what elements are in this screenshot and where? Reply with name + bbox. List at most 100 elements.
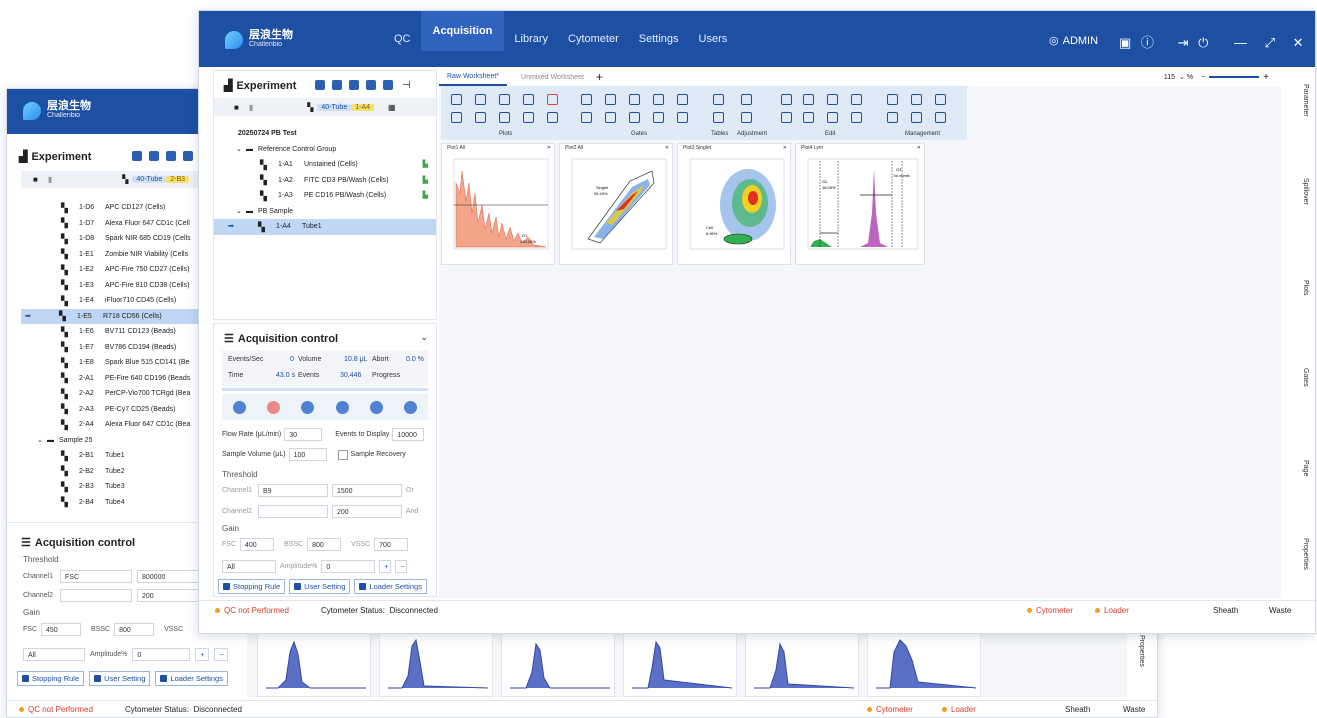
bssc-input[interactable]: 800 bbox=[307, 538, 342, 551]
sample-recovery-checkbox[interactable] bbox=[337, 449, 348, 460]
poly-gate-icon[interactable] bbox=[629, 94, 640, 105]
close-icon[interactable]: ✕ bbox=[783, 144, 787, 153]
collapse-icon[interactable]: ⊣ bbox=[402, 80, 411, 91]
side-tab-plots[interactable]: Plots bbox=[1293, 280, 1309, 320]
zoom-in-icon[interactable] bbox=[827, 112, 838, 123]
pause-icon[interactable] bbox=[301, 400, 315, 414]
flag-icon[interactable]: ▙ bbox=[423, 157, 428, 173]
back-stopping-rule-button[interactable]: Stopping Rule bbox=[17, 671, 85, 686]
tube-chip-2[interactable]: 2-B3 bbox=[166, 176, 190, 183]
tube-row[interactable]: ▚ 1-E7 BV786 CD194 (Beads) bbox=[21, 340, 203, 356]
tube-row[interactable]: ▚ 1-A3 PE CD16 PB/Wash (Cells) ▙ bbox=[214, 188, 436, 204]
close-icon[interactable]: ✕ bbox=[547, 144, 551, 153]
table-icon[interactable] bbox=[713, 112, 724, 123]
group-pb-sample[interactable]: ⌄ ▬ PB Sample bbox=[214, 204, 436, 220]
paint-icon[interactable] bbox=[677, 112, 688, 123]
zoom-slider[interactable] bbox=[1209, 76, 1260, 78]
ellipse-gate-icon[interactable] bbox=[653, 94, 664, 105]
side-tab-parameter[interactable]: Parameter bbox=[1293, 84, 1309, 148]
stats-icon[interactable] bbox=[523, 94, 534, 105]
edit-icon[interactable] bbox=[132, 151, 142, 162]
vssc-input[interactable]: 700 bbox=[374, 538, 409, 551]
user-setting-button[interactable]: User Setting bbox=[289, 579, 351, 594]
side-tab-gates[interactable]: Gates bbox=[1293, 368, 1309, 408]
experiment-name[interactable]: 20250724 PB Test bbox=[214, 126, 436, 142]
power-icon[interactable]: ⏻ bbox=[1198, 35, 1208, 50]
eject-icon[interactable] bbox=[369, 400, 383, 414]
tube-row[interactable]: ▚ 1-D7 Alexa Fluor 647 CD1c (Cell bbox=[21, 216, 203, 232]
table-icon[interactable] bbox=[713, 94, 724, 105]
zoom-out-icon[interactable] bbox=[851, 94, 862, 105]
menu-library[interactable]: Library bbox=[514, 33, 548, 45]
export-icon[interactable] bbox=[366, 80, 376, 91]
side-tab-properties[interactable]: Properties bbox=[1293, 538, 1309, 598]
print-icon[interactable] bbox=[911, 94, 922, 105]
tube-row[interactable]: ▚ 2-B3 Tube3 bbox=[21, 479, 203, 495]
plus-gate-icon[interactable] bbox=[605, 112, 616, 123]
fsc-input[interactable]: 400 bbox=[240, 538, 274, 551]
side-tab-spillover[interactable]: Spillover bbox=[1293, 178, 1309, 248]
print-icon[interactable] bbox=[911, 112, 922, 123]
tube-chip-2[interactable]: 1-A4 bbox=[351, 103, 375, 111]
tube-row[interactable]: ▚ 1-E3 APC-Fire 810 CD38 (Cells) bbox=[21, 278, 203, 294]
chart-icon[interactable] bbox=[332, 80, 342, 91]
tube-row[interactable]: ▚ 2-A1 PE-Fire 640 CD196 (Beads bbox=[21, 371, 203, 387]
tube-row[interactable]: ➡ ▚ 1-E5 R718 CD56 (Cells) bbox=[21, 308, 203, 324]
tube-row[interactable]: ▚ 2-A4 Alexa Fluor 647 CD1c (Bea bbox=[21, 417, 203, 433]
undo-icon[interactable] bbox=[781, 94, 792, 105]
tube-row[interactable]: ▚ 2-B2 Tube2 bbox=[21, 464, 203, 480]
all-select[interactable]: All bbox=[222, 560, 276, 573]
minus-icon[interactable]: − bbox=[395, 560, 408, 573]
plot-3[interactable]: Plot3 Singlet ✕ Cell 8.95% bbox=[677, 143, 791, 265]
zoom-dropdown-icon[interactable]: ⌄ % bbox=[1179, 73, 1193, 81]
tube-row[interactable]: ▚ 2-B4 Tube4 bbox=[21, 495, 203, 511]
wrench-icon[interactable] bbox=[404, 400, 418, 414]
channel2-select[interactable] bbox=[258, 505, 328, 518]
zoom-out-icon[interactable]: − bbox=[1201, 74, 1205, 81]
loader-settings-button[interactable]: Loader Settings bbox=[354, 579, 427, 594]
amp-input[interactable]: 0 bbox=[321, 560, 376, 573]
chevron-down-icon[interactable]: ⌄ bbox=[236, 204, 246, 220]
zoom-in-icon[interactable]: + bbox=[1263, 72, 1269, 83]
tube-row[interactable]: ▚ 1-A2 FITC CD3 PB/Wash (Cells) ▙ bbox=[214, 173, 436, 189]
events-display-input[interactable]: 10000 bbox=[392, 428, 425, 441]
poly-gate-icon[interactable] bbox=[629, 112, 640, 123]
tab-raw-worksheet[interactable]: Raw Worksheet* bbox=[439, 69, 508, 86]
user-area[interactable]: ◎ ADMIN bbox=[1049, 34, 1098, 48]
tube-row[interactable]: ▚ 1-E8 Spark Blue 515 CD141 (Be bbox=[21, 355, 203, 371]
channel2-value[interactable]: 200 bbox=[332, 505, 402, 518]
tube-chip[interactable]: 40-Tube bbox=[317, 103, 352, 111]
menu-acquisition[interactable]: Acquisition bbox=[420, 11, 505, 51]
bar-icon[interactable] bbox=[499, 94, 510, 105]
tube-chip[interactable]: 40-Tube bbox=[132, 176, 167, 183]
tube-row[interactable]: ▚ 1-D6 APC CD127 (Cells) bbox=[21, 200, 203, 216]
minus-icon[interactable]: − bbox=[214, 648, 229, 661]
gauge-icon[interactable] bbox=[547, 112, 558, 123]
histogram-icon[interactable] bbox=[475, 112, 486, 123]
selected-tube-row[interactable]: ➡ ▚ 1-A4 Tube1 bbox=[214, 219, 436, 235]
stop-icon[interactable] bbox=[266, 400, 280, 414]
tube-row[interactable]: ▚ 1-E2 APC-Fire 750 CD27 (Cells) bbox=[21, 262, 203, 278]
restore-icon[interactable]: ⤢ bbox=[1265, 35, 1275, 50]
rect-gate-icon[interactable] bbox=[581, 112, 592, 123]
chart-icon[interactable] bbox=[149, 151, 159, 162]
plot-4[interactable]: Plot4 Lym ✕ G2 18.05% G3 No events bbox=[795, 143, 925, 265]
bar-icon[interactable] bbox=[499, 112, 510, 123]
menu-settings[interactable]: Settings bbox=[639, 33, 679, 45]
channel1-value[interactable]: 1500 bbox=[332, 484, 402, 497]
histogram-icon[interactable] bbox=[475, 94, 486, 105]
minimize-icon[interactable]: — bbox=[1234, 35, 1247, 50]
tube-row[interactable]: ▚ 1-E6 BV711 CD123 (Beads) bbox=[21, 324, 203, 340]
add-tab-icon[interactable]: + bbox=[596, 70, 603, 84]
flag-icon[interactable]: ▙ bbox=[423, 173, 428, 189]
ellipse-gate-icon[interactable] bbox=[653, 112, 664, 123]
tube-row[interactable]: ▚ 1-E1 Zombie NIR Viability (Cells bbox=[21, 247, 203, 263]
back-loader-settings-button[interactable]: Loader Settings bbox=[155, 671, 228, 686]
menu-users[interactable]: Users bbox=[699, 33, 728, 45]
notes-icon[interactable] bbox=[887, 112, 898, 123]
tube-row[interactable]: ▚ 2-B1 Tube1 bbox=[21, 448, 203, 464]
paint-icon[interactable] bbox=[677, 94, 688, 105]
zoom-value[interactable]: 115 bbox=[1164, 74, 1175, 81]
tube-row[interactable]: ▚ 2-A2 PerCP-Vio700 TCRgd (Bea bbox=[21, 386, 203, 402]
tube-row[interactable]: ▚ 1-A1 Unstained (Cells) ▙ bbox=[214, 157, 436, 173]
